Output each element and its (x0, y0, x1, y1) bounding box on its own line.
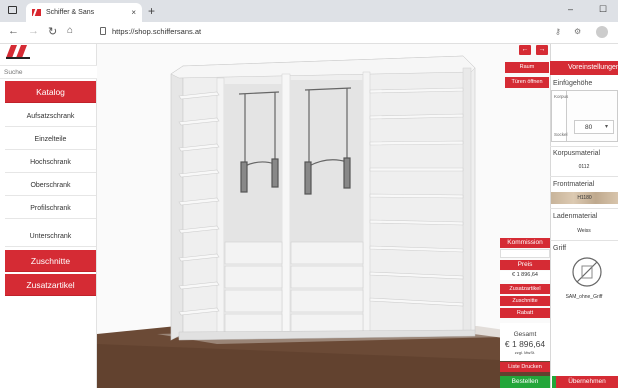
zusatzartikel-button[interactable]: Zusatzartikel (500, 284, 550, 294)
tueren-oeffnen-button[interactable]: Türen öffnen (505, 77, 549, 88)
sockel-label: Sockel (554, 132, 568, 137)
einfuegehoehe-label: Einfügehöhe (553, 80, 593, 87)
griff-value: SAM_ohne_Griff (565, 294, 603, 300)
sockel-height-value: 80 (585, 124, 593, 131)
no-handle-icon[interactable] (570, 255, 604, 289)
reload-icon[interactable]: ↻ (48, 25, 57, 38)
company-logo (6, 45, 30, 59)
frontmaterial-swatch[interactable]: H1180 (551, 192, 618, 204)
gesamt-value: € 1 896,64 (504, 339, 546, 349)
url-text[interactable]: https://shop.schiffersans.at (112, 27, 201, 36)
sidebar-item-aufsatzschrank[interactable]: Aufsatzschrank (5, 107, 96, 127)
gesamt-label: Gesamt (513, 331, 537, 338)
liste-drucken-button[interactable]: Liste Drucken (500, 362, 550, 372)
app-window: Schiffer & Sans × + – ☐ ← → ↻ ⌂ https://… (0, 0, 618, 388)
uebernehmen-button[interactable]: Übernehmen (552, 376, 618, 388)
korpusmaterial-label: Korpusmaterial (553, 150, 601, 157)
vat-note: zzgl. MwSt. (514, 350, 536, 355)
settings-icon[interactable]: ⚙ (574, 27, 581, 36)
raum-button[interactable]: Raum (505, 62, 549, 73)
wardrobe-render[interactable] (97, 44, 550, 388)
sidebar-item-unterschrank[interactable]: Unterschrank (5, 227, 96, 247)
kommission-input[interactable] (500, 249, 550, 258)
forward-arrow-icon[interactable]: → (28, 25, 39, 37)
sidebar-item-katalog[interactable]: Katalog (5, 81, 96, 103)
ladenmaterial-label: Ladenmaterial (553, 213, 598, 220)
sidebar-item-einzelteile[interactable]: Einzelteile (5, 130, 96, 150)
3d-viewport[interactable] (97, 44, 550, 388)
sidebar-item-hochschrank[interactable]: Hochschrank (5, 153, 96, 173)
sidebar-item-zusatzartikel[interactable]: Zusatzartikel (5, 274, 96, 296)
voreinstellungen-header: Voreinstellungen (550, 61, 618, 75)
sockel-height-select[interactable]: 80 ▾ (574, 120, 614, 134)
minimize-button[interactable]: – (568, 4, 573, 14)
home-icon[interactable]: ⌂ (67, 25, 73, 36)
uebernehmen-label: Übernehmen (568, 378, 606, 385)
kommission-button[interactable]: Kommission (500, 238, 550, 248)
lock-icon[interactable] (100, 27, 106, 35)
arrow-left-button[interactable]: ← (519, 45, 531, 55)
window-menu-icon[interactable] (8, 6, 17, 14)
favicon-icon (32, 9, 41, 16)
griff-label: Griff (553, 245, 567, 252)
profile-avatar[interactable] (596, 26, 608, 38)
preis-label: Preis (500, 260, 550, 270)
back-arrow-icon[interactable]: ← (8, 25, 19, 37)
korpus-label: Korpus (554, 94, 569, 99)
ladenmaterial-value[interactable]: Weiss (551, 228, 617, 234)
preis-value: € 1 896,64 (500, 271, 550, 280)
address-bar: ← → ↻ ⌂ https://shop.schiffersans.at ⚷ ⚙ (0, 22, 618, 44)
tab-close-icon[interactable]: × (131, 8, 136, 17)
search-input[interactable] (0, 65, 97, 79)
frontmaterial-label: Frontmaterial (553, 181, 595, 188)
key-icon[interactable]: ⚷ (555, 27, 561, 36)
sidebar-item-zuschnitte[interactable]: Zuschnitte (5, 250, 96, 272)
browser-tab-bar: Schiffer & Sans × + – ☐ (0, 0, 618, 22)
sidebar-item-oberschrank[interactable]: Oberschrank (5, 176, 96, 196)
frontmaterial-value: H1180 (577, 195, 592, 201)
maximize-button[interactable]: ☐ (599, 4, 607, 15)
bestellen-button[interactable]: Bestellen (500, 376, 550, 388)
arrow-right-button[interactable]: → (536, 45, 548, 55)
new-tab-button[interactable]: + (148, 4, 155, 18)
einfuegehoehe-preview: Korpus Sockel 80 ▾ (551, 90, 618, 142)
rabatt-button[interactable]: Rabatt (500, 308, 550, 318)
zuschnitte-button[interactable]: Zuschnitte (500, 296, 550, 306)
total-box: Gesamt € 1 896,64 zzgl. MwSt. (500, 323, 550, 361)
korpusmaterial-value[interactable]: 0112 (551, 164, 617, 170)
sidebar-item-profilschrank[interactable]: Profilschrank (5, 199, 96, 219)
tab-title: Schiffer & Sans (46, 9, 95, 16)
browser-tab[interactable]: Schiffer & Sans × (26, 3, 142, 22)
chevron-down-icon: ▾ (605, 124, 609, 130)
uebernehmen-indicator (552, 376, 556, 388)
